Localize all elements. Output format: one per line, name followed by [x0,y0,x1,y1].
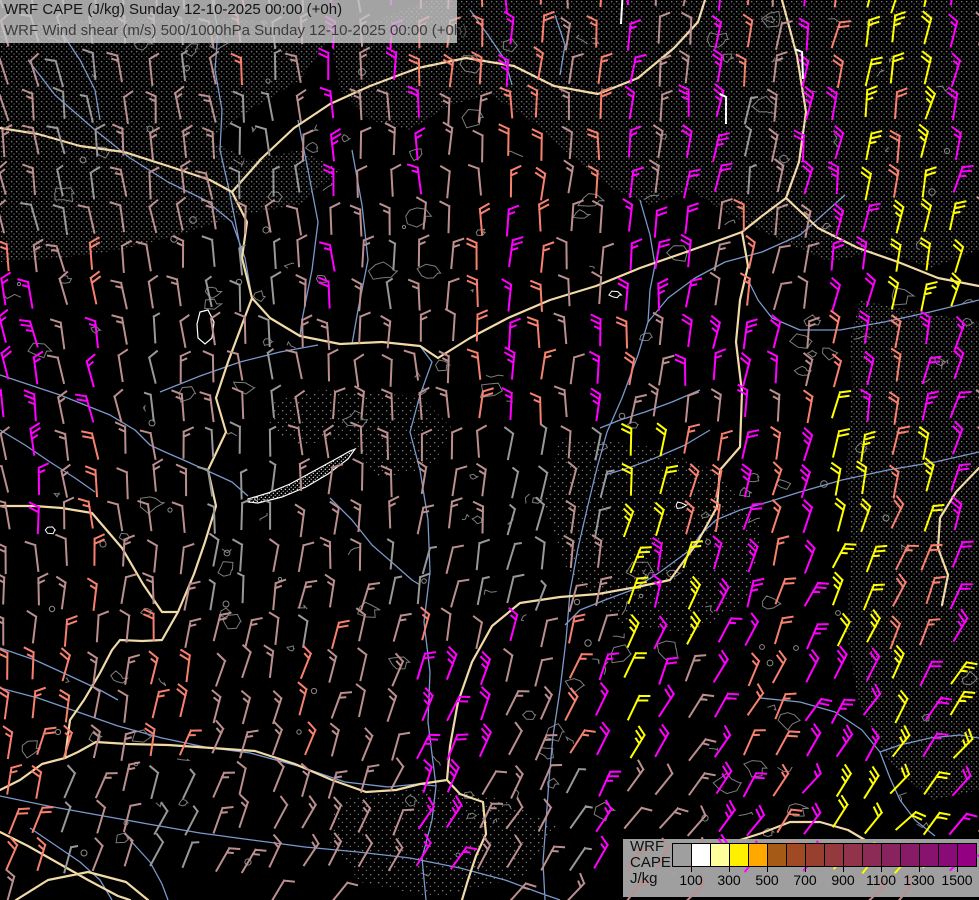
weather-map-canvas [0,0,979,900]
map-title-overlay: WRF CAPE (J/kg) Sunday 12-10-2025 00:00 … [0,0,457,43]
wind-shear-title-line: WRF Wind shear (m/s) 500/1000hPa Sunday … [4,22,467,39]
weather-map-screenshot: WRF CAPE (J/kg) Sunday 12-10-2025 00:00 … [0,0,979,900]
cape-title-line: WRF CAPE (J/kg) Sunday 12-10-2025 00:00 … [4,1,342,18]
legend-background-box [623,839,979,897]
